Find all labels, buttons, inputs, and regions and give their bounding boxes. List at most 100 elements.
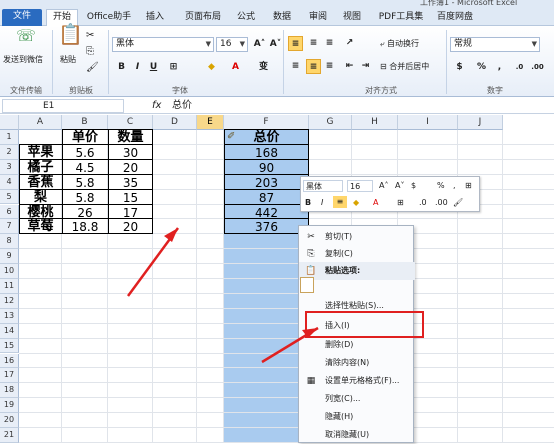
worksheet-grid[interactable]: ABCDEFGHIJ 1 2 3 4 5 6 7 8 9 10 11 12 13 14 15 16 17 18 19… (0, 115, 554, 443)
align-center-button[interactable]: ≡ (306, 59, 321, 74)
tab-data[interactable]: 数据 (268, 10, 296, 26)
align-bottom-button[interactable]: ≡ (322, 36, 337, 51)
mini-size-select[interactable]: 16 (347, 180, 373, 192)
mini-shrink-font-icon[interactable]: A˅ (395, 180, 404, 192)
menu-item-column-width[interactable]: 列宽(C)... (299, 390, 415, 408)
underline-button[interactable]: U (146, 60, 161, 75)
tab-insert[interactable]: 插入 (140, 10, 170, 26)
menu-item-clear-contents[interactable]: 清除内容(N) (299, 354, 415, 372)
mini-fill-color-icon[interactable]: ◆ (353, 197, 359, 209)
fill-color-icon[interactable]: ◆ (204, 60, 219, 75)
mini-decimal2-icon[interactable]: .00 (435, 197, 448, 209)
row-header[interactable]: 1 (0, 130, 19, 145)
currency-icon[interactable]: $ (452, 60, 467, 75)
row-header[interactable]: 6 (0, 204, 19, 220)
orientation-icon[interactable]: ↗ (342, 36, 357, 51)
align-top-button[interactable]: ≡ (288, 36, 303, 51)
format-painter-icon[interactable]: 🖌 (86, 62, 99, 74)
mini-align-center-button[interactable]: ≡ (333, 196, 347, 208)
column-header-a[interactable]: A (19, 115, 62, 130)
menu-item-unhide[interactable]: 取消隐藏(U) (299, 426, 415, 444)
increase-decimal-icon[interactable]: .0 (512, 60, 527, 75)
align-right-button[interactable]: ≡ (322, 59, 337, 74)
menu-item-hide[interactable]: 隐藏(H) (299, 408, 415, 426)
menu-item-cut[interactable]: ✂ 剪切(T) (299, 228, 415, 246)
tab-page-layout[interactable]: 页面布局 (178, 10, 228, 26)
tab-baidu-netdisk[interactable]: 百度网盘 (430, 10, 480, 26)
percent-icon[interactable]: % (474, 60, 489, 75)
row-header[interactable]: 15 (0, 338, 19, 354)
cut-icon[interactable]: ✂ (86, 30, 94, 42)
paste-option-button[interactable] (300, 277, 314, 293)
wrap-text-button[interactable]: ⤶ 自动换行 (380, 38, 419, 50)
phonetic-icon[interactable]: 变 (256, 60, 271, 75)
wechat-icon[interactable]: ☏ (16, 28, 36, 44)
column-header-d[interactable]: D (153, 115, 197, 130)
row-header[interactable]: 14 (0, 323, 19, 339)
column-header-i[interactable]: I (398, 115, 458, 130)
row-header[interactable]: 9 (0, 249, 19, 265)
column-header-g[interactable]: G (309, 115, 352, 130)
row-header[interactable]: 13 (0, 308, 19, 324)
paste-brush-icon[interactable]: ✐ (227, 131, 235, 143)
decrease-decimal-icon[interactable]: .00 (530, 60, 545, 75)
select-all-corner[interactable] (0, 115, 19, 130)
bold-button[interactable]: B (114, 60, 129, 75)
font-name-select[interactable]: 黑体 ▼ (112, 37, 214, 52)
copy-icon[interactable]: ⎘ (86, 46, 94, 58)
italic-button[interactable]: I (130, 60, 145, 75)
row-header[interactable]: 18 (0, 383, 19, 399)
insert-function-icon[interactable]: fx (152, 98, 161, 114)
mini-decimal-icon[interactable]: .0 (419, 197, 427, 209)
tab-formulas[interactable]: 公式 (232, 10, 260, 26)
row-header[interactable]: 4 (0, 174, 19, 190)
column-header-h[interactable]: H (352, 115, 398, 130)
tab-pdf-tools[interactable]: PDF工具集 (376, 10, 426, 26)
align-middle-button[interactable]: ≡ (306, 36, 321, 51)
mini-font-color-icon[interactable]: A (373, 197, 378, 209)
mini-border-icon[interactable]: ⊞ (397, 197, 404, 209)
column-header-f[interactable]: F (224, 115, 309, 130)
formula-input[interactable]: 总价 (172, 98, 192, 114)
row-header[interactable]: 11 (0, 279, 19, 294)
tab-file[interactable]: 文件 (2, 9, 42, 26)
mini-format-icon[interactable]: ⊞ (465, 180, 472, 192)
merge-center-button[interactable]: ⊟ 合并后居中 (380, 61, 429, 73)
send-to-wechat-button[interactable]: 发送到微信 (3, 54, 43, 66)
row-header[interactable]: 5 (0, 189, 19, 205)
comma-icon[interactable]: , (492, 60, 507, 75)
decrease-indent-icon[interactable]: ⇤ (342, 59, 357, 74)
paste-icon[interactable]: 📋 (58, 24, 83, 44)
column-header-j[interactable]: J (458, 115, 503, 130)
align-left-button[interactable]: ≡ (288, 59, 303, 74)
row-header[interactable]: 16 (0, 353, 19, 369)
menu-item-format-cells[interactable]: ▦ 设置单元格格式(F)... (299, 372, 415, 390)
row-header[interactable]: 20 (0, 413, 19, 428)
row-header[interactable]: 8 (0, 234, 19, 250)
menu-item-delete[interactable]: 删除(D) (299, 336, 415, 354)
row-header[interactable]: 12 (0, 293, 19, 309)
row-header[interactable]: 10 (0, 264, 19, 279)
menu-item-copy[interactable]: ⎘ 复制(C) (299, 245, 415, 263)
mini-font-select[interactable]: 黑体 (303, 180, 343, 192)
row-header[interactable]: 7 (0, 219, 19, 235)
paste-button[interactable]: 粘贴 (60, 54, 76, 66)
mini-grow-font-icon[interactable]: A˄ (379, 180, 388, 192)
tab-view[interactable]: 视图 (338, 10, 366, 26)
decrease-font-icon[interactable]: A˅ (268, 37, 283, 52)
mini-italic-button[interactable]: I (321, 197, 323, 209)
font-size-select[interactable]: 16 ▼ (216, 37, 248, 52)
mini-bold-button[interactable]: B (305, 197, 311, 209)
row-header[interactable]: 2 (0, 144, 19, 160)
increase-font-icon[interactable]: A˄ (252, 37, 267, 52)
increase-indent-icon[interactable]: ⇥ (358, 59, 373, 74)
tab-office-helper[interactable]: Office助手 (84, 10, 134, 26)
mini-percent-icon[interactable]: % (437, 180, 445, 192)
mini-comma-icon[interactable]: , (453, 180, 456, 192)
row-header[interactable]: 3 (0, 159, 19, 175)
row-header[interactable]: 21 (0, 428, 19, 443)
name-box[interactable]: E1 (2, 99, 124, 113)
tab-review[interactable]: 审阅 (304, 10, 332, 26)
row-header[interactable]: 17 (0, 368, 19, 384)
mini-currency-icon[interactable]: $ (411, 180, 416, 192)
